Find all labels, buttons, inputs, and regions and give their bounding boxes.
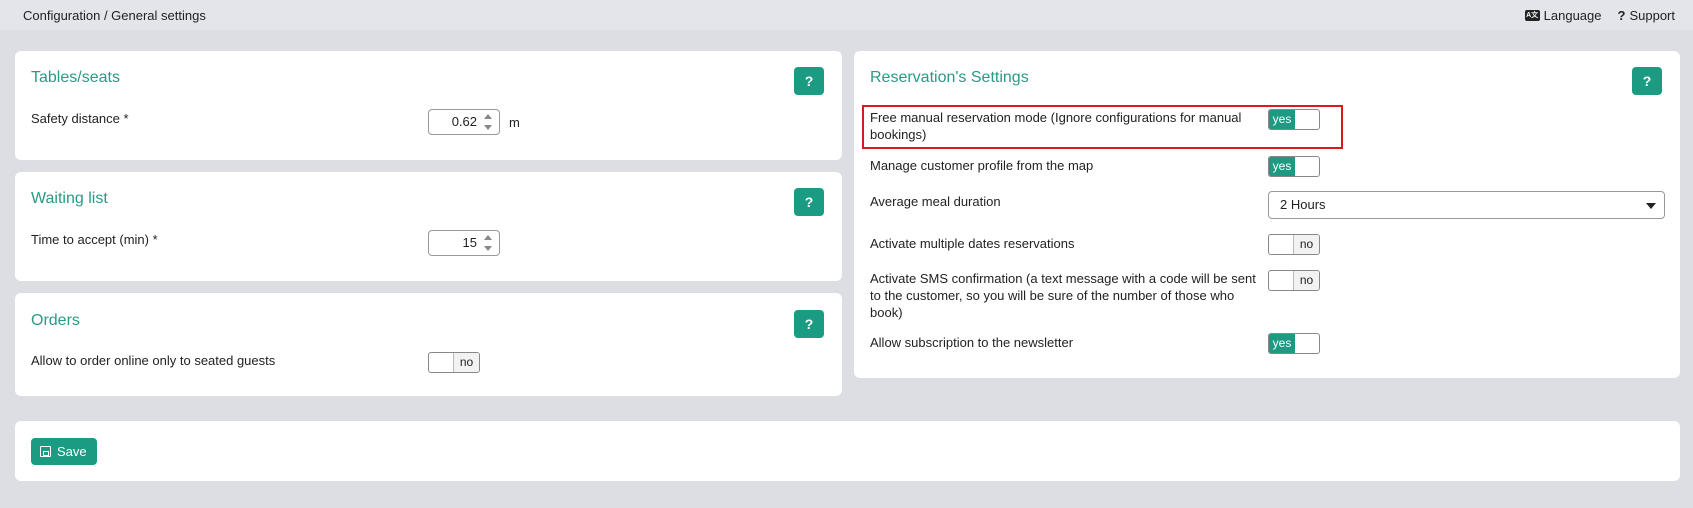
safety-distance-value: 0.62 — [451, 114, 477, 129]
time-to-accept-label: Time to accept (min) * — [31, 232, 158, 247]
footer-card — [15, 421, 1680, 481]
time-to-accept-input[interactable]: 15 — [428, 230, 500, 256]
floppy-disk-icon — [40, 446, 51, 457]
language-link[interactable]: A文 Language — [1524, 8, 1602, 23]
language-label: Language — [1543, 8, 1602, 23]
spin-up-icon — [484, 235, 492, 240]
time-to-accept-value: 15 — [462, 235, 477, 250]
breadcrumb: Configuration / General settings — [23, 8, 206, 23]
sms-confirmation-label: Activate SMS confirmation (a text messag… — [870, 271, 1256, 320]
newsletter-label: Allow subscription to the newsletter — [870, 335, 1074, 350]
reservation-settings-card: Reservation's Settings ? Free manual res… — [854, 51, 1680, 378]
manage-profile-toggle[interactable]: yes — [1268, 156, 1320, 177]
toggle-on-label: yes — [1269, 334, 1295, 353]
tables-seats-help-button[interactable]: ? — [794, 67, 824, 95]
manage-profile-label: Manage customer profile from the map — [870, 158, 1094, 173]
spin-up-icon — [484, 114, 492, 119]
orders-title: Orders — [31, 312, 80, 329]
spin-down-icon — [484, 246, 492, 251]
meal-duration-select[interactable]: 2 Hours — [1268, 191, 1665, 219]
save-button[interactable]: Save — [31, 438, 97, 465]
meal-duration-label: Average meal duration — [870, 194, 1001, 209]
tables-seats-card: Tables/seats ? Safety distance * 0.62 m — [15, 51, 842, 160]
tables-seats-title: Tables/seats — [31, 69, 120, 86]
caret-down-icon — [1646, 203, 1656, 209]
sms-confirmation-toggle[interactable]: no — [1268, 270, 1320, 291]
question-icon: ? — [1617, 8, 1626, 23]
support-link[interactable]: ? Support — [1618, 8, 1676, 23]
meal-duration-value: 2 Hours — [1280, 197, 1326, 212]
waiting-list-title: Waiting list — [31, 190, 108, 207]
orders-help-button[interactable]: ? — [794, 310, 824, 338]
safety-distance-unit: m — [509, 115, 520, 130]
save-label: Save — [57, 444, 87, 459]
toggle-off-label: no — [1293, 271, 1319, 290]
toggle-on-label: yes — [1269, 157, 1295, 176]
reservation-settings-title: Reservation's Settings — [870, 69, 1029, 86]
toggle-off-label: no — [1293, 235, 1319, 254]
online-seated-toggle[interactable]: no — [428, 352, 480, 373]
newsletter-toggle[interactable]: yes — [1268, 333, 1320, 354]
safety-distance-input[interactable]: 0.62 — [428, 109, 500, 135]
toggle-off-label: no — [453, 353, 479, 372]
language-icon: A文 — [1524, 10, 1540, 21]
number-spinner[interactable] — [484, 114, 492, 130]
reservation-help-button[interactable]: ? — [1632, 67, 1662, 95]
top-links: A文 Language ? Support — [1524, 8, 1676, 23]
multiple-dates-toggle[interactable]: no — [1268, 234, 1320, 255]
multiple-dates-label: Activate multiple dates reservations — [870, 236, 1075, 251]
support-label: Support — [1629, 8, 1675, 23]
top-bar: Configuration / General settings A文 Lang… — [0, 0, 1693, 30]
online-seated-label: Allow to order online only to seated gue… — [31, 353, 276, 368]
number-spinner[interactable] — [484, 235, 492, 251]
highlight-box — [862, 105, 1343, 149]
spin-down-icon — [484, 125, 492, 130]
waiting-list-card: Waiting list ? Time to accept (min) * 15 — [15, 172, 842, 281]
safety-distance-label: Safety distance * — [31, 111, 129, 126]
orders-card: Orders ? Allow to order online only to s… — [15, 293, 842, 396]
waiting-list-help-button[interactable]: ? — [794, 188, 824, 216]
